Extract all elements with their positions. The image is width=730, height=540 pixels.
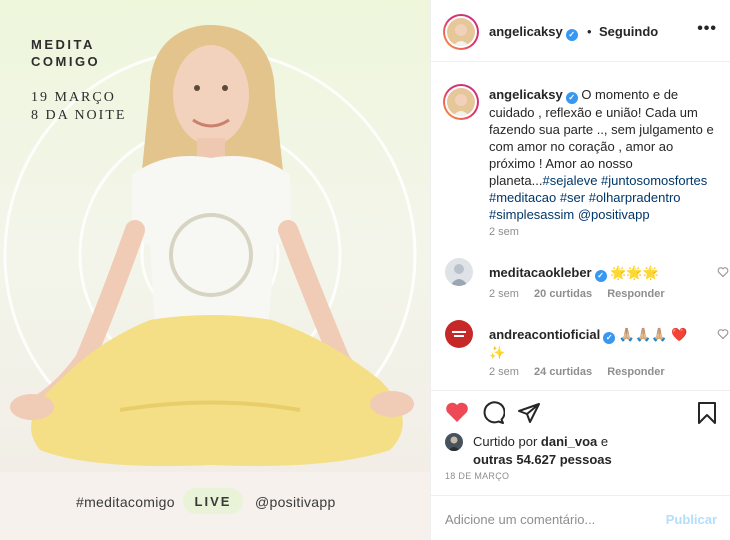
- comment-time[interactable]: 2 sem: [489, 366, 519, 378]
- comment-input[interactable]: [445, 508, 655, 530]
- commenter-avatar[interactable]: [445, 258, 473, 286]
- promo-title: MEDITA COMIGO: [31, 37, 101, 69]
- comment-body: meditacaokleber ✓ 🌟🌟🌟: [489, 264, 689, 282]
- comment-meta: 2 sem 24 curtidas Responder: [489, 366, 677, 378]
- author-username[interactable]: angelicaksy ✓: [489, 24, 578, 41]
- comment-likes[interactable]: 24 curtidas: [534, 366, 592, 378]
- commenter-username[interactable]: meditacaokleber: [489, 265, 592, 280]
- liked-by-prefix: Curtido por: [473, 434, 541, 449]
- like-heart-icon[interactable]: [445, 401, 469, 426]
- liked-by-user[interactable]: dani_voa: [541, 434, 597, 449]
- author-avatar[interactable]: [443, 14, 479, 50]
- meditating-woman-illustration: [10, 25, 414, 466]
- liked-by-text: Curtido por dani_voa e outras 54.627 pes…: [473, 433, 730, 469]
- comment-body: andreacontioficial ✓ 🙏🏼🙏🏼🙏🏼 ❤️✨: [489, 326, 689, 361]
- commenter-username[interactable]: andreacontioficial: [489, 327, 600, 342]
- commenter-avatar[interactable]: [445, 320, 473, 348]
- post-image[interactable]: MEDITA COMIGO 19 MARÇO 8 DA NOITE #medit…: [0, 0, 430, 540]
- comment-like-icon[interactable]: [717, 266, 729, 281]
- comment-box: Publicar: [431, 495, 730, 540]
- reply-button[interactable]: Responder: [607, 366, 664, 378]
- caption-avatar[interactable]: [443, 84, 479, 120]
- share-icon[interactable]: [517, 401, 541, 428]
- liked-by-count[interactable]: outras 54.627 pessoas: [473, 452, 612, 467]
- post-date[interactable]: 18 DE MARÇO: [445, 471, 509, 481]
- comment-time[interactable]: 2 sem: [489, 288, 519, 300]
- caption-text: angelicaksy ✓ O momento e de cuidado , re…: [489, 86, 723, 223]
- comment-like-icon[interactable]: [717, 328, 729, 343]
- post-header: angelicaksy ✓ • Seguindo •••: [431, 0, 730, 62]
- verified-badge-icon: ✓: [603, 332, 616, 344]
- author-username-text[interactable]: angelicaksy: [489, 24, 563, 39]
- comment-likes[interactable]: 20 curtidas: [534, 288, 592, 300]
- comment-meta: 2 sem 20 curtidas Responder: [489, 288, 677, 300]
- promo-handle: @positivapp: [255, 494, 336, 510]
- reply-button[interactable]: Responder: [607, 288, 664, 300]
- caption-username[interactable]: angelicaksy: [489, 87, 563, 102]
- comment-icon[interactable]: [481, 401, 506, 428]
- more-icon[interactable]: •••: [697, 20, 717, 38]
- publish-button[interactable]: Publicar: [666, 512, 717, 527]
- comment-text: 🌟🌟🌟: [610, 265, 659, 280]
- verified-badge-icon: ✓: [594, 270, 607, 282]
- save-bookmark-icon[interactable]: [697, 401, 717, 428]
- post-actions: Curtido por dani_voa e outras 54.627 pes…: [431, 390, 730, 540]
- promo-date: 19 MARÇO 8 DA NOITE: [31, 90, 127, 123]
- verified-badge-icon: ✓: [565, 29, 578, 41]
- separator-dot: •: [587, 24, 592, 39]
- post-sidebar: angelicaksy ✓ • Seguindo ••• angelicaksy ✓…: [430, 0, 730, 540]
- liked-by-mid: e: [597, 434, 609, 449]
- caption-time[interactable]: 2 sem: [489, 226, 519, 238]
- verified-badge-icon: ✓: [565, 92, 578, 104]
- following-button[interactable]: Seguindo: [599, 24, 658, 39]
- live-badge: LIVE: [183, 488, 243, 514]
- promo-hashtag: #meditacomigo: [76, 494, 175, 510]
- liker-avatar[interactable]: [445, 433, 463, 451]
